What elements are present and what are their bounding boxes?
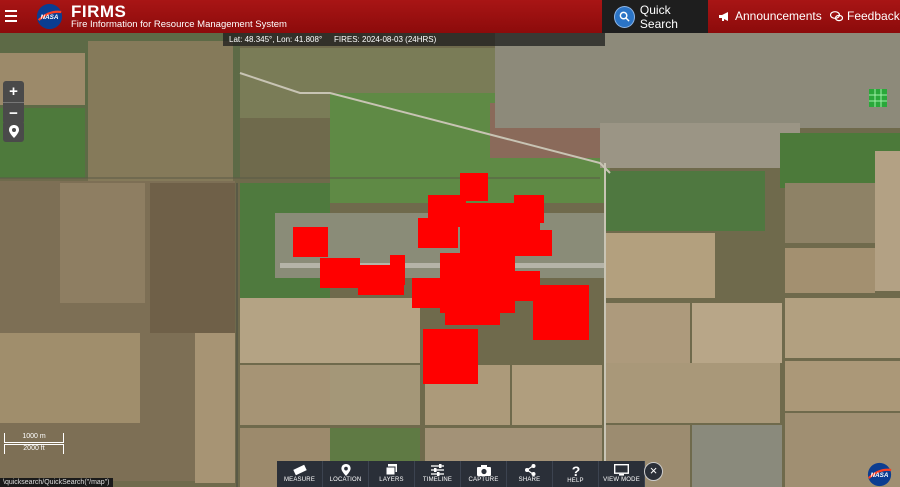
scale-metric: 1000 m [4, 433, 64, 443]
close-toolbar-button[interactable]: × [644, 462, 663, 481]
timeline-label: TIMELINE [422, 477, 453, 483]
announcements-label: Announcements [735, 9, 822, 23]
megaphone-icon [719, 11, 728, 21]
location-pin-icon [8, 125, 19, 138]
svg-text:NASA: NASA [41, 14, 59, 21]
chat-bubbles-icon [830, 10, 843, 21]
scale-imperial: 2000 ft [4, 444, 64, 454]
share-icon [524, 464, 535, 476]
nasa-logo[interactable]: NASA [36, 3, 63, 30]
view-mode-button[interactable]: VIEW MODE [599, 461, 645, 487]
locate-button[interactable] [3, 121, 24, 142]
pin-icon [340, 464, 351, 476]
help-label: HELP [567, 478, 584, 484]
scale-bar: 1000 m 2000 ft [4, 433, 64, 455]
feedback-button[interactable]: Feedback [830, 9, 900, 23]
feedback-label: Feedback [847, 9, 900, 23]
announcements-button[interactable]: Announcements [718, 9, 822, 23]
location-label: LOCATION [329, 477, 362, 483]
layers-button[interactable]: LAYERS [369, 461, 415, 487]
ruler-icon [292, 464, 307, 476]
menu-icon[interactable] [5, 8, 17, 22]
zoom-control: + − [3, 81, 24, 124]
app-subtitle: Fire Information for Resource Management… [71, 19, 287, 30]
capture-button[interactable]: CAPTURE [461, 461, 507, 487]
status-url: \quicksearch/QuickSearch("/map") [0, 478, 113, 487]
app-header: NASA FIRMS Fire Information for Resource… [0, 0, 900, 33]
nasa-meatball-logo[interactable]: NASA [866, 462, 893, 487]
layers-icon [385, 464, 397, 476]
camera-icon [476, 465, 491, 476]
search-icon [614, 5, 635, 28]
view-mode-label: VIEW MODE [603, 477, 640, 483]
quick-search-button[interactable]: Quick Search [602, 0, 708, 33]
sliders-icon [431, 464, 444, 476]
timeline-button[interactable]: TIMELINE [415, 461, 461, 487]
help-icon: ? [571, 464, 580, 477]
zoom-in-button[interactable]: + [3, 81, 24, 103]
measure-label: MEASURE [283, 477, 316, 483]
map-toolbar: MEASURE LOCATION LAYERS TIMELINE CAPTURE… [277, 461, 645, 487]
svg-text:NASA: NASA [871, 472, 889, 479]
capture-label: CAPTURE [468, 477, 499, 483]
svg-text:?: ? [571, 464, 580, 477]
share-button[interactable]: SHARE [507, 461, 553, 487]
location-button[interactable]: LOCATION [323, 461, 369, 487]
quick-search-label: Quick Search [639, 2, 678, 31]
measure-button[interactable]: MEASURE [277, 461, 323, 487]
monitor-icon [614, 464, 629, 476]
cursor-coordinates: Lat: 48.345°, Lon: 41.808° [229, 35, 323, 44]
map-info-bar: Lat: 48.345°, Lon: 41.808° FIRES: 2024-0… [223, 33, 605, 46]
help-button[interactable]: ? HELP [553, 461, 599, 487]
map-imagery[interactable] [0, 33, 900, 487]
grid-icon[interactable] [869, 89, 887, 107]
layers-label: LAYERS [379, 477, 404, 483]
satellite-map[interactable]: + − [0, 33, 900, 487]
share-label: SHARE [518, 477, 541, 483]
fires-date-range: FIRES: 2024-08-03 (24HRS) [334, 35, 437, 44]
